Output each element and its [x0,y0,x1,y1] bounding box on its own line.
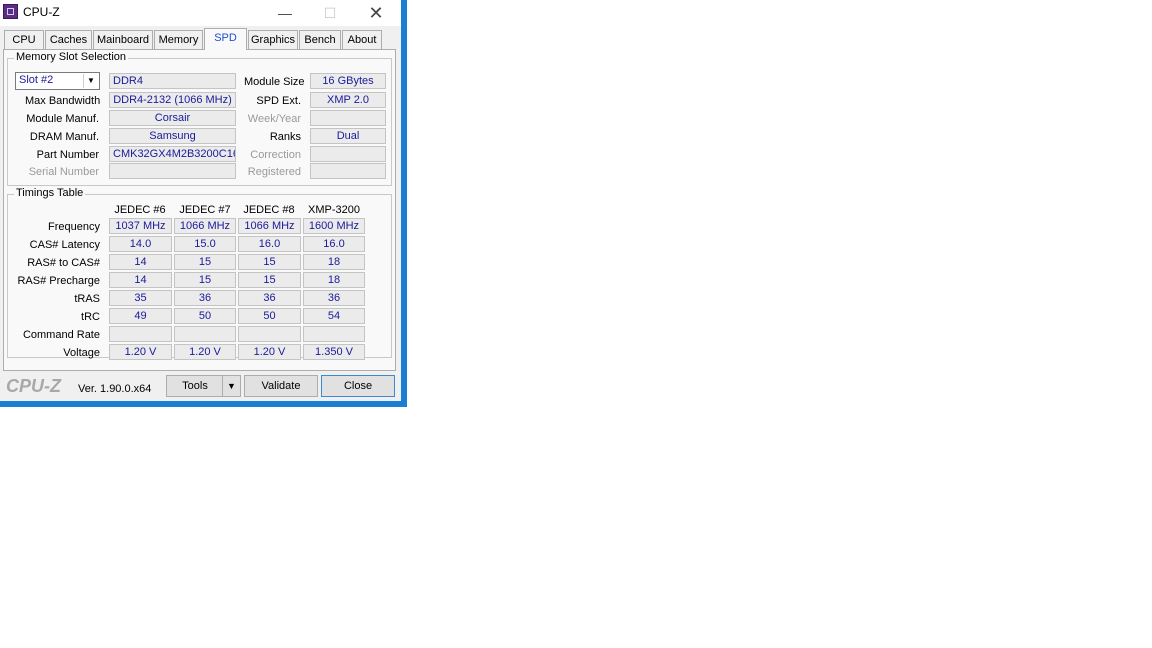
timing-cell: 15 [174,272,236,288]
tab-bench[interactable]: Bench [299,30,341,49]
timing-row-label: Frequency [48,221,100,233]
timing-cell: 15 [238,254,301,270]
correction-value [310,146,386,162]
module-manuf-value: Corsair [109,110,236,126]
tab-about[interactable]: About [342,30,382,49]
spd-ext-label: SPD Ext. [256,95,301,107]
column-header: XMP-3200 [308,204,360,216]
timing-cell: 36 [238,290,301,306]
tab-cpu[interactable]: CPU [4,30,44,49]
window-title: CPU-Z [23,5,60,19]
dram-manuf-label: DRAM Manuf. [29,131,99,143]
timings-table-group: Timings Table JEDEC #6 JEDEC #7 JEDEC #8… [7,187,392,360]
ranks-value: Dual [310,128,386,144]
cpuz-window: CPU-Z — ☐ ✕ CPU Caches Mainboard Memory … [0,0,407,407]
timing-cell: 50 [238,308,301,324]
module-size-label: Module Size [244,76,305,88]
validate-button[interactable]: Validate [244,375,318,397]
timing-cell [109,326,172,342]
window-body: CPU-Z — ☐ ✕ CPU Caches Mainboard Memory … [0,0,401,401]
week-year-label: Week/Year [247,113,301,125]
timing-row-label: CAS# Latency [29,239,100,251]
tools-button[interactable]: Tools ▼ [166,375,241,397]
dram-manuf-value: Samsung [109,128,236,144]
spd-panel: Memory Slot Selection Slot #2 ▼ DDR4 Mod… [3,49,396,371]
timing-cell: 1600 MHz [303,218,365,234]
tab-graphics[interactable]: Graphics [248,30,298,49]
group-title: Timings Table [14,187,86,199]
close-button[interactable]: Close [321,375,395,397]
tab-mainboard[interactable]: Mainboard [93,30,153,49]
timing-cell: 36 [303,290,365,306]
timing-row-label: tRC [81,311,100,323]
timing-cell: 14 [109,254,172,270]
part-number-value: CMK32GX4M2B3200C16 [109,146,236,162]
slot-select[interactable]: Slot #2 ▼ [15,72,100,90]
cpuz-logo: CPU-Z [6,376,61,396]
close-window-icon[interactable]: ✕ [353,0,399,26]
tab-bar: CPU Caches Mainboard Memory SPD Graphics… [4,28,396,50]
timing-cell: 15 [238,272,301,288]
column-header: JEDEC #8 [243,204,295,216]
serial-number-value [109,163,236,179]
timing-cell: 15.0 [174,236,236,252]
max-bandwidth-label: Max Bandwidth [25,95,101,107]
max-bandwidth-value: DDR4-2132 (1066 MHz) [109,92,236,108]
tab-memory[interactable]: Memory [154,30,203,49]
chevron-down-icon[interactable]: ▼ [222,376,240,396]
module-manuf-label: Module Manuf. [26,113,99,125]
timing-cell [174,326,236,342]
group-title: Memory Slot Selection [14,51,129,63]
timing-cell: 54 [303,308,365,324]
module-size-value: 16 GBytes [310,73,386,89]
chevron-down-icon[interactable]: ▼ [83,74,98,88]
correction-label: Correction [250,149,301,161]
timing-cell: 1.20 V [174,344,236,360]
timing-cell: 50 [174,308,236,324]
timing-cell: 1066 MHz [174,218,236,234]
timing-row-label: tRAS [74,293,100,305]
timing-cell: 36 [174,290,236,306]
version-text: Ver. 1.90.0.x64 [78,383,152,395]
registered-label: Registered [247,166,301,178]
tools-button-label: Tools [182,380,208,392]
week-year-value [310,110,386,126]
tab-caches[interactable]: Caches [45,30,92,49]
timing-cell [303,326,365,342]
minimize-icon[interactable]: — [262,0,308,26]
timing-row-label: Command Rate [22,329,100,341]
timing-cell: 16.0 [238,236,301,252]
timing-cell: 16.0 [303,236,365,252]
column-header: JEDEC #7 [179,204,231,216]
timing-row-label: RAS# Precharge [17,275,100,287]
slot-select-value: Slot #2 [19,74,54,86]
timing-cell: 35 [109,290,172,306]
serial-number-label: Serial Number [28,166,99,178]
column-header: JEDEC #6 [114,204,166,216]
timing-row-label: RAS# to CAS# [27,257,100,269]
timing-row-label: Voltage [63,347,100,359]
registered-value [310,163,386,179]
cpuz-app-icon [3,4,18,19]
part-number-label: Part Number [36,149,99,161]
timing-cell: 1037 MHz [109,218,172,234]
timing-cell: 1.20 V [109,344,172,360]
memory-type-value: DDR4 [109,73,236,89]
tab-spd[interactable]: SPD [204,28,247,50]
timing-cell: 18 [303,272,365,288]
spd-ext-value: XMP 2.0 [310,92,386,108]
timing-cell [238,326,301,342]
timing-cell: 1.20 V [238,344,301,360]
timing-cell: 18 [303,254,365,270]
memory-slot-selection-group: Memory Slot Selection Slot #2 ▼ DDR4 Mod… [7,51,392,186]
ranks-label: Ranks [269,131,301,143]
timing-cell: 15 [174,254,236,270]
timing-cell: 1.350 V [303,344,365,360]
timing-cell: 14 [109,272,172,288]
timing-cell: 49 [109,308,172,324]
maximize-icon: ☐ [323,5,337,21]
title-bar[interactable]: CPU-Z — ☐ ✕ [0,0,401,26]
timing-cell: 14.0 [109,236,172,252]
timing-cell: 1066 MHz [238,218,301,234]
